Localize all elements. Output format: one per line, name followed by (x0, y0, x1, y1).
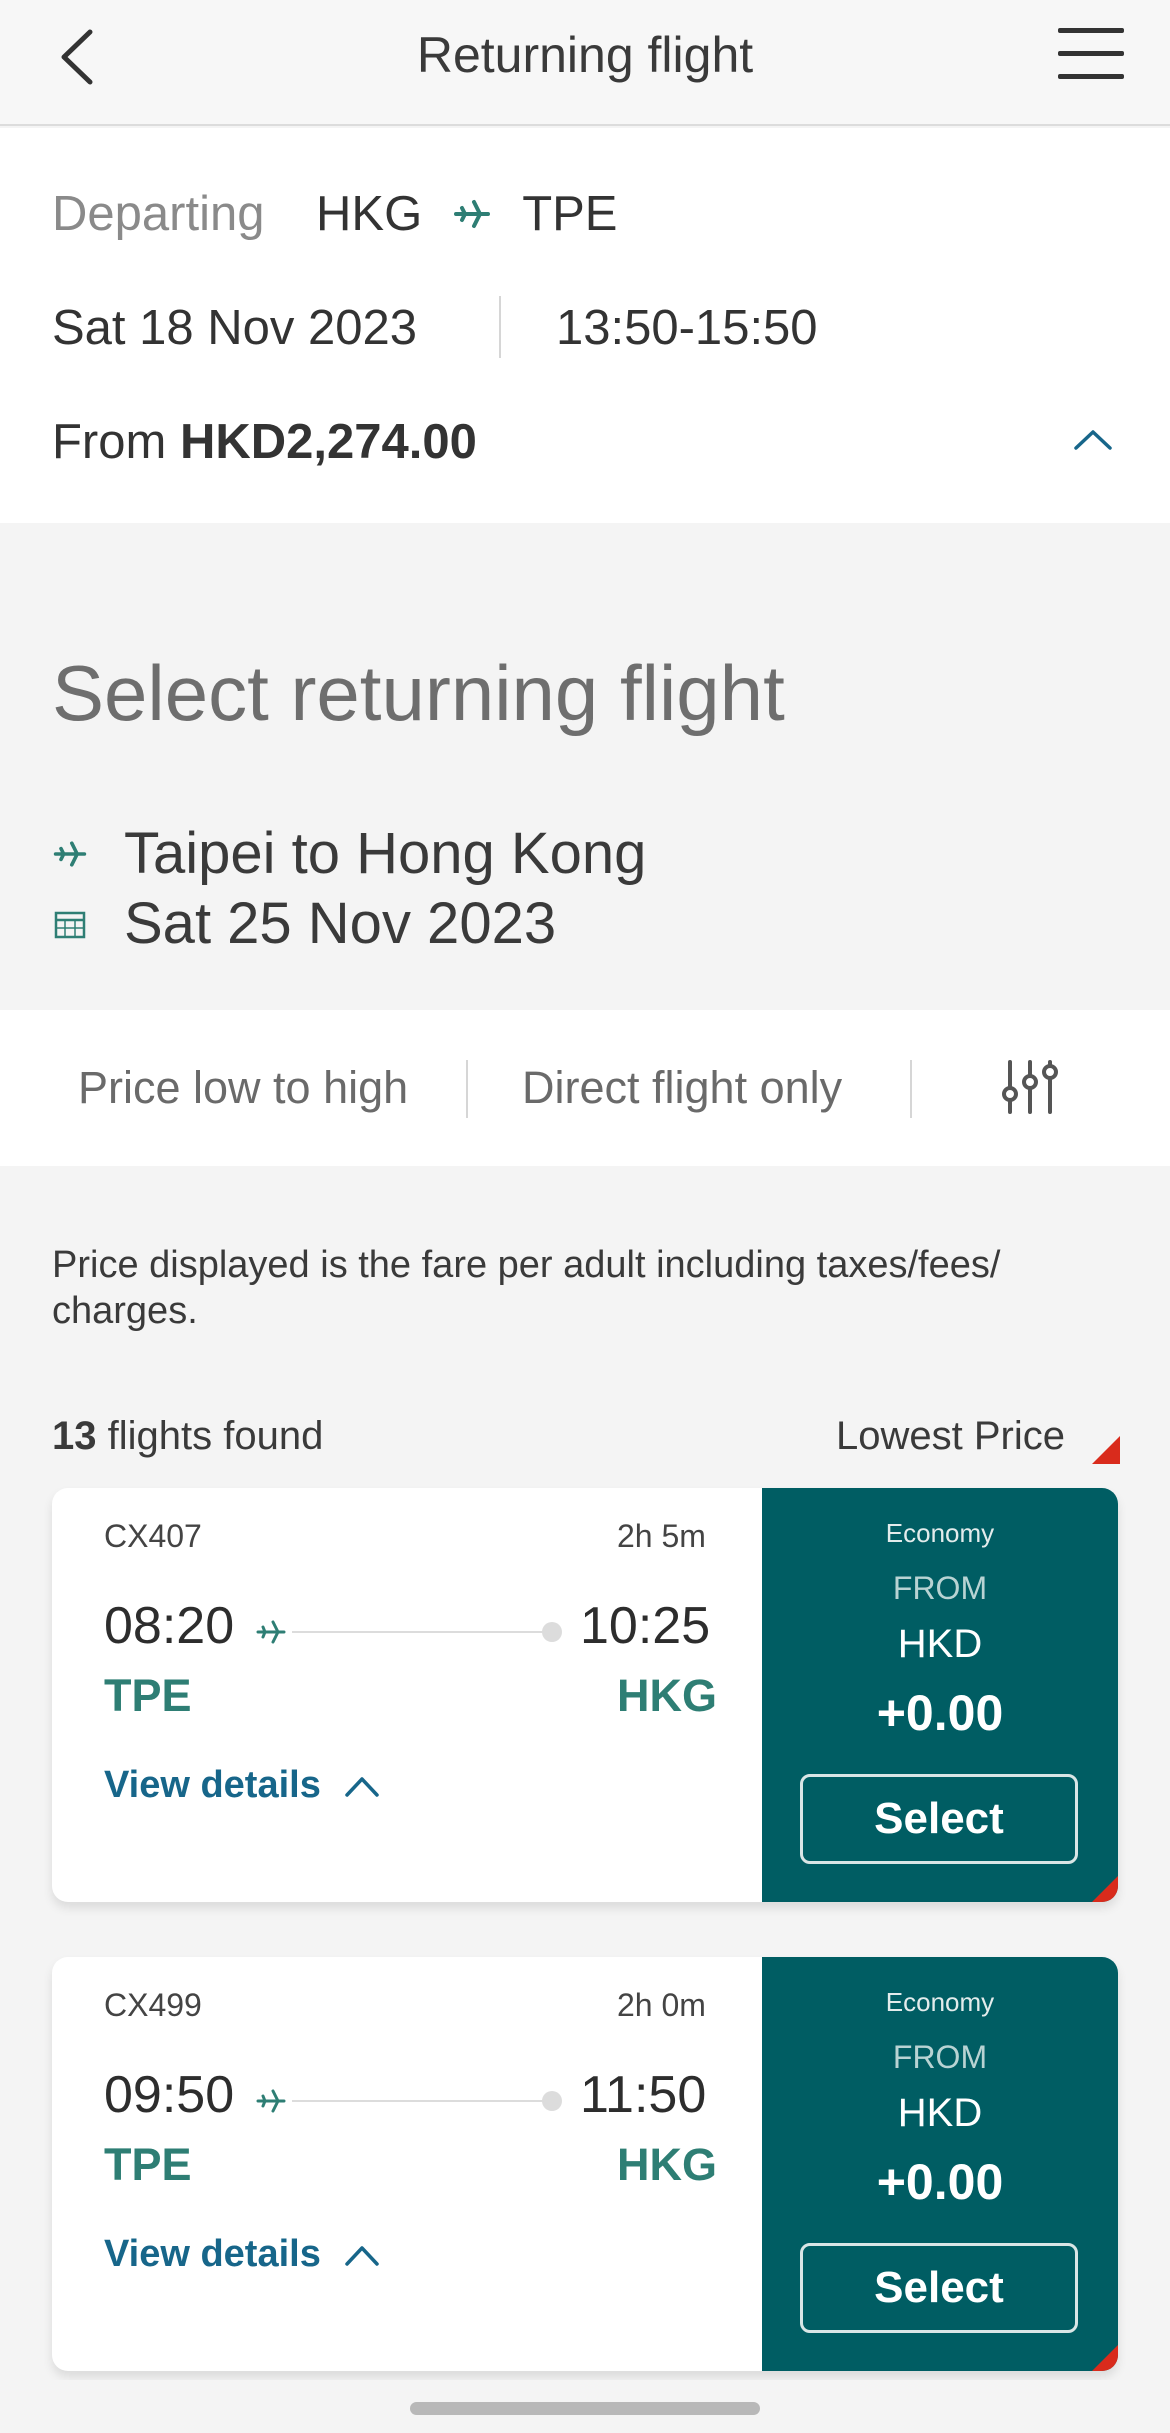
price-prefix: From (52, 415, 167, 469)
select-button[interactable]: Select (800, 2243, 1078, 2333)
page-title: Returning flight (416, 27, 754, 83)
flight-duration: 2h 0m (617, 1987, 706, 2023)
divider (466, 1060, 468, 1118)
cabin-class: Economy (885, 1987, 995, 2017)
departing-time: 13:50-15:50 (556, 301, 818, 355)
route-line (292, 2100, 554, 2102)
currency: HKD (897, 2091, 983, 2135)
fare-amount: +0.00 (876, 1685, 1004, 1741)
plane-icon (256, 1620, 286, 1644)
return-date: Sat 25 Nov 2023 (52, 890, 556, 957)
flight-number: CX499 (104, 1987, 202, 2023)
home-indicator[interactable] (410, 2402, 760, 2415)
departing-price: From HKD2,274.00 (52, 414, 477, 470)
flight-card: CX407 2h 5m 08:20 10:25 TPE HKG View det… (52, 1488, 1118, 1902)
sort-price-button[interactable]: Price low to high (78, 1062, 408, 1114)
return-route-text: Taipei to Hong Kong (124, 821, 647, 886)
route-end-dot (542, 2091, 562, 2111)
departing-route: HKG TPE (316, 186, 617, 242)
hamburger-menu-icon[interactable] (1058, 26, 1126, 82)
route-line (292, 1631, 554, 1633)
view-details-label: View details (104, 2233, 321, 2275)
fare-note: Price displayed is the fare per adult in… (52, 1244, 1001, 1332)
arrive-time: 10:25 (580, 1597, 711, 1655)
depart-time: 09:50 (104, 2066, 235, 2124)
cabin-class: Economy (885, 1518, 995, 1548)
view-details-link[interactable]: View details (104, 1764, 381, 1807)
depart-time: 08:20 (104, 1597, 235, 1655)
currency: HKD (897, 1622, 983, 1666)
flights-count-label: flights found (96, 1414, 324, 1458)
origin-code: TPE (104, 2139, 192, 2190)
flight-duration: 2h 5m (617, 1518, 706, 1554)
from-label: FROM (892, 2039, 988, 2075)
chevron-up-icon (345, 1776, 379, 1797)
flight-card: CX499 2h 0m 09:50 11:50 TPE HKG View det… (52, 1957, 1118, 2371)
divider (499, 296, 501, 358)
top-bar: Returning flight (0, 0, 1170, 126)
direct-flight-toggle[interactable]: Direct flight only (522, 1062, 842, 1114)
select-button[interactable]: Select (800, 1774, 1078, 1864)
departing-origin: HKG (316, 187, 423, 241)
return-route: Taipei to Hong Kong (52, 820, 646, 887)
view-details-link[interactable]: View details (104, 2233, 381, 2276)
departing-label: Departing (52, 187, 265, 241)
chevron-up-icon[interactable] (1070, 418, 1116, 458)
lowest-price-label: Lowest Price (836, 1414, 1065, 1458)
chevron-up-icon (345, 2245, 379, 2266)
destination-code: HKG (617, 2139, 717, 2190)
flights-count-number: 13 (52, 1414, 97, 1458)
divider (910, 1060, 912, 1118)
sliders-filter-icon[interactable] (1000, 1058, 1060, 1116)
fare-amount: +0.00 (876, 2154, 1004, 2210)
fare-panel: Economy FROM HKD +0.00 Select (762, 1957, 1118, 2371)
plane-icon (454, 200, 491, 228)
origin-code: TPE (104, 1670, 192, 1721)
flights-count: 13 flights found (52, 1414, 323, 1459)
view-details-label: View details (104, 1764, 321, 1806)
section-title: Select returning flight (52, 649, 785, 737)
fare-corner-marker (1092, 1876, 1118, 1902)
fare-panel: Economy FROM HKD +0.00 Select (762, 1488, 1118, 1902)
departing-summary: Departing HKG TPE Sat 18 Nov 2023 13:50-… (0, 128, 1170, 523)
flight-number: CX407 (104, 1518, 202, 1554)
destination-code: HKG (617, 1670, 717, 1721)
route-end-dot (542, 1622, 562, 1642)
departing-date: Sat 18 Nov 2023 (52, 301, 418, 355)
lowest-price-marker (1092, 1436, 1120, 1464)
price-value: HKD2,274.00 (179, 415, 477, 469)
calendar-icon (54, 911, 86, 938)
from-label: FROM (892, 1570, 988, 1606)
plane-icon (256, 2089, 286, 2113)
sort-bar: Price low to high Direct flight only (0, 1010, 1170, 1166)
departing-destination: TPE (522, 187, 618, 241)
return-date-text: Sat 25 Nov 2023 (124, 891, 557, 956)
plane-icon (53, 840, 87, 867)
fare-corner-marker (1092, 2345, 1118, 2371)
arrive-time: 11:50 (580, 2066, 707, 2124)
